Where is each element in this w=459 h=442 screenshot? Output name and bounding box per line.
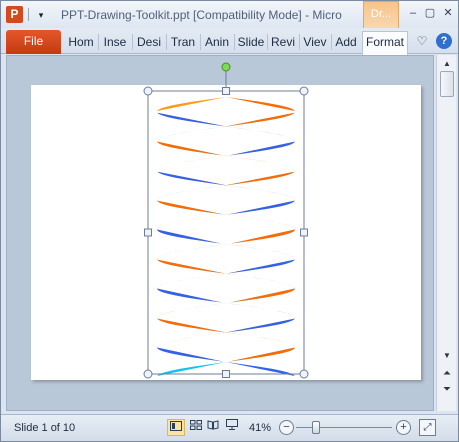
previous-slide-icon[interactable]: ⏶: [439, 367, 455, 381]
powerpoint-window: P ▾ PPT-Drawing-Toolkit.ppt [Compatibili…: [0, 0, 459, 442]
corner-resize-handle[interactable]: [299, 369, 309, 379]
drawing-tools-context-label: Dr...: [363, 1, 399, 29]
tab-transitions[interactable]: Tran: [168, 32, 198, 54]
side-resize-handle[interactable]: [300, 228, 308, 237]
status-bar: Slide 1 of 10 41% − + ⤢: [1, 414, 458, 441]
help-icon[interactable]: ?: [436, 33, 452, 49]
slide-sorter-icon: [190, 420, 202, 430]
qat-separator: [28, 8, 29, 21]
slide-show-button[interactable]: [223, 419, 241, 436]
slide-show-icon: [226, 419, 238, 430]
title-bar: P ▾ PPT-Drawing-Toolkit.ppt [Compatibili…: [1, 1, 458, 29]
tab-separator: [267, 34, 268, 50]
tab-separator: [98, 34, 99, 50]
file-tab[interactable]: File: [6, 30, 61, 54]
side-resize-handle[interactable]: [144, 228, 152, 237]
tab-review[interactable]: Revi: [269, 32, 297, 54]
reading-view-icon: [207, 420, 219, 430]
close-button[interactable]: ✕: [439, 6, 457, 21]
slide-editing-pane[interactable]: [6, 55, 434, 411]
zoom-slider-thumb[interactable]: [312, 421, 320, 434]
vertical-scrollbar[interactable]: ▲ ▼ ⏶ ⏷: [436, 55, 456, 411]
tab-add-ins[interactable]: Add: [332, 32, 360, 54]
helix-ribbon-segment: [224, 97, 295, 127]
tab-separator: [200, 34, 201, 50]
tab-home[interactable]: Hom: [65, 32, 97, 54]
selection-box: [147, 90, 305, 375]
tab-insert[interactable]: Inse: [100, 32, 130, 54]
maximize-button[interactable]: ▢: [421, 6, 439, 21]
scrollbar-thumb[interactable]: [440, 71, 454, 97]
tab-view[interactable]: Viev: [301, 32, 329, 54]
rotation-handle[interactable]: [221, 62, 231, 72]
ribbon-tab-row: File Hom Inse Desi Tran Anin Slide Revi …: [1, 28, 458, 55]
helix-ribbon-segment: [157, 97, 228, 127]
tab-separator: [234, 34, 235, 50]
zoom-in-button[interactable]: +: [396, 420, 411, 435]
powerpoint-app-icon[interactable]: P: [6, 6, 23, 23]
tab-format[interactable]: Format: [362, 31, 408, 55]
normal-view-button[interactable]: [167, 419, 185, 436]
zoom-out-button[interactable]: −: [279, 420, 294, 435]
side-resize-handle[interactable]: [222, 370, 230, 378]
side-resize-handle[interactable]: [222, 87, 230, 95]
tab-separator: [299, 34, 300, 50]
next-slide-icon[interactable]: ⏷: [439, 383, 455, 397]
slide-sorter-view-button[interactable]: [187, 419, 205, 436]
zoom-slider-track[interactable]: [296, 427, 392, 428]
minimize-button[interactable]: –: [404, 6, 422, 21]
tab-separator: [166, 34, 167, 50]
tab-slide-show[interactable]: Slide: [236, 32, 266, 54]
corner-resize-handle[interactable]: [143, 86, 153, 96]
slide-canvas[interactable]: [31, 62, 421, 380]
reading-view-button[interactable]: [204, 419, 222, 436]
dna-helix-shape[interactable]: [31, 62, 421, 380]
corner-resize-handle[interactable]: [143, 369, 153, 379]
customize-qat-dropdown-icon[interactable]: ▾: [34, 9, 48, 21]
scroll-up-arrow-icon[interactable]: ▲: [439, 57, 455, 71]
window-title: PPT-Drawing-Toolkit.ppt [Compatibility M…: [61, 8, 342, 22]
slide-indicator[interactable]: Slide 1 of 10: [14, 422, 75, 434]
fit-slide-to-window-button[interactable]: ⤢: [419, 419, 436, 436]
tab-separator: [132, 34, 133, 50]
tab-design[interactable]: Desi: [134, 32, 164, 54]
scroll-down-arrow-icon[interactable]: ▼: [439, 349, 455, 363]
corner-resize-handle[interactable]: [299, 86, 309, 96]
ribbon-minimize-icon[interactable]: ♡: [414, 33, 430, 49]
tab-animations[interactable]: Anin: [202, 32, 232, 54]
zoom-level[interactable]: 41%: [249, 422, 271, 434]
normal-view-icon: [170, 421, 182, 431]
